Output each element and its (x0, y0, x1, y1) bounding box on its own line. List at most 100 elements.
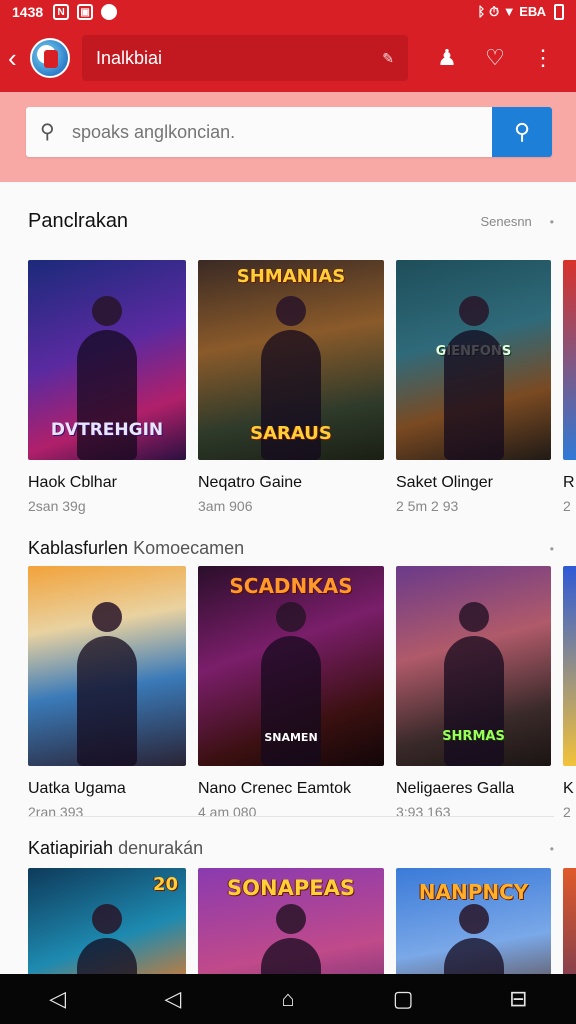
game-meta: 2san 39g (28, 498, 86, 514)
system-nav-bar: ◁ ◁ ⌂ ▢ ⊟ (0, 974, 576, 1024)
app-title: Inalkbiai (96, 47, 163, 68)
app-bar: ‹ Inalkbiai ✎ ♟ ♡ ⋮ (0, 24, 576, 92)
search-band: ⚲ ⚲ (0, 92, 576, 182)
hero-figure (92, 904, 122, 934)
more-icon[interactable]: ⋮ (530, 45, 556, 71)
hero-figure (443, 636, 504, 766)
section-title: Panclrakan (28, 210, 129, 232)
notification-icon: ▣ (77, 4, 94, 20)
game-card[interactable]: DVTREHGIN Haok Cblhar 2san 39g (28, 260, 186, 514)
game-title: K (563, 780, 574, 797)
game-card[interactable] (563, 868, 576, 974)
more-dot-icon: • (549, 541, 554, 556)
back-icon[interactable]: ‹ (8, 43, 28, 74)
game-logo: SONAPEAS (227, 876, 355, 900)
section-title: Kablasfurlen Komoecamen (28, 538, 245, 558)
game-cover: SONAPEAS (198, 868, 384, 974)
search-box: ⚲ ⚲ (26, 107, 552, 157)
game-title: Nano Crenec Eamtok (198, 780, 351, 797)
game-card[interactable]: NANPNCY (396, 868, 551, 974)
hero-figure (92, 602, 122, 632)
game-card[interactable]: K 2 (563, 566, 576, 820)
more-dot-icon: • (549, 214, 554, 229)
game-meta: 3:93 163 (396, 804, 451, 820)
title-field[interactable]: Inalkbiai ✎ (82, 35, 408, 81)
game-card[interactable]: Uatka Ugama 2ran 393 (28, 566, 186, 820)
edit-icon[interactable]: ✎ (382, 50, 394, 67)
game-title: Haok Cblhar (28, 474, 117, 491)
game-logo: SHRMAS (442, 729, 505, 744)
card-row: DVTREHGIN Haok Cblhar 2san 39g SHMANIAS … (28, 260, 576, 514)
back-triangle-icon[interactable]: ◁ (38, 986, 78, 1012)
hero-figure (77, 938, 137, 974)
game-card[interactable]: SHMANIAS SARAUS Neqatro Gaine 3am 906 (198, 260, 384, 514)
game-cover: SHMANIAS SARAUS (198, 260, 384, 460)
game-meta: 4 am 080 (198, 804, 257, 820)
back-nav-icon[interactable]: ◁ (153, 986, 193, 1012)
app-logo[interactable] (30, 38, 70, 78)
section-more-link[interactable]: • (550, 842, 554, 856)
recents-icon[interactable]: ▢ (383, 986, 423, 1012)
sim-icon: N (53, 4, 70, 20)
keyboard-toggle-icon[interactable]: ⊟ (498, 986, 538, 1012)
game-title: R (563, 474, 575, 491)
card-row: Uatka Ugama 2ran 393 SCADNKAS SNAMEN Nan… (28, 566, 576, 820)
game-card[interactable]: SONAPEAS (198, 868, 384, 974)
game-cover: SCADNKAS SNAMEN (198, 566, 384, 766)
home-icon[interactable]: ⌂ (268, 986, 308, 1012)
game-card[interactable]: R 2 (563, 260, 576, 514)
heart-icon[interactable]: ♡ (482, 45, 508, 71)
card-row: 20 SONAPEAS NANPNCY (28, 868, 576, 974)
game-logo: SNAMEN (264, 731, 318, 744)
game-cover (28, 566, 186, 766)
section-more-link[interactable]: Senesnn • (480, 214, 554, 229)
hero-figure (443, 938, 504, 974)
game-logo: SCADNKAS (229, 574, 353, 598)
status-right-text: ᛒ ⏱ ▼ ЕВА (477, 4, 546, 19)
hero-figure (458, 296, 489, 326)
game-logo: NANPNCY (418, 880, 529, 904)
hero-figure (261, 938, 321, 974)
game-logo: SHMANIAS (236, 266, 346, 287)
game-title: Neqatro Gaine (198, 474, 303, 491)
game-card[interactable]: GIENFONS Saket Olinger 2 5m 2 93 (396, 260, 551, 514)
game-meta: 2ran 393 (28, 804, 84, 820)
game-title: Uatka Ugama (28, 780, 126, 797)
section-more-link[interactable]: • (550, 542, 554, 556)
game-cover: DVTREHGIN (28, 260, 186, 460)
search-button[interactable]: ⚲ (492, 107, 552, 157)
game-cover (563, 260, 576, 460)
game-card[interactable]: 20 (28, 868, 186, 974)
game-logo: SARAUS (250, 423, 332, 444)
hero-figure (276, 904, 306, 934)
game-meta: 2 (563, 498, 571, 514)
game-cover (563, 566, 576, 766)
battery-icon (554, 4, 564, 20)
profile-icon[interactable]: ♟ (434, 45, 460, 71)
game-meta: 2 5m 2 93 (396, 498, 459, 514)
game-cover: 20 (28, 868, 186, 974)
game-logo: DVTREHGIN (50, 420, 164, 440)
section-header: Katiapiriah denurakán • (28, 838, 554, 859)
hero-figure (458, 602, 489, 632)
section-header: Panclrakan Senesnn • (28, 210, 554, 233)
game-title: Saket Olinger (396, 474, 493, 491)
status-time: 1438 (12, 4, 44, 20)
game-logo: 20 (152, 874, 178, 895)
search-input[interactable] (26, 107, 492, 157)
content-area: Panclrakan Senesnn • DVTREHGIN Haok Cblha… (0, 182, 576, 974)
hero-figure (276, 296, 306, 326)
game-cover: NANPNCY (396, 868, 551, 974)
app-icon (101, 4, 118, 20)
section-header: Kablasfurlen Komoecamen • (28, 538, 554, 559)
game-meta: 3am 906 (198, 498, 253, 514)
more-dot-icon: • (549, 841, 554, 856)
hero-figure (77, 330, 137, 460)
status-bar: 1438 N ▣ ᛒ ⏱ ▼ ЕВА (0, 0, 576, 24)
game-card[interactable]: SCADNKAS SNAMEN Nano Crenec Eamtok 4 am … (198, 566, 384, 820)
game-cover (563, 868, 576, 974)
hero-figure (77, 636, 137, 766)
hero-figure (443, 330, 504, 460)
game-title: Neligaeres Galla (396, 780, 515, 797)
game-card[interactable]: SHRMAS Neligaeres Galla 3:93 163 (396, 566, 551, 820)
